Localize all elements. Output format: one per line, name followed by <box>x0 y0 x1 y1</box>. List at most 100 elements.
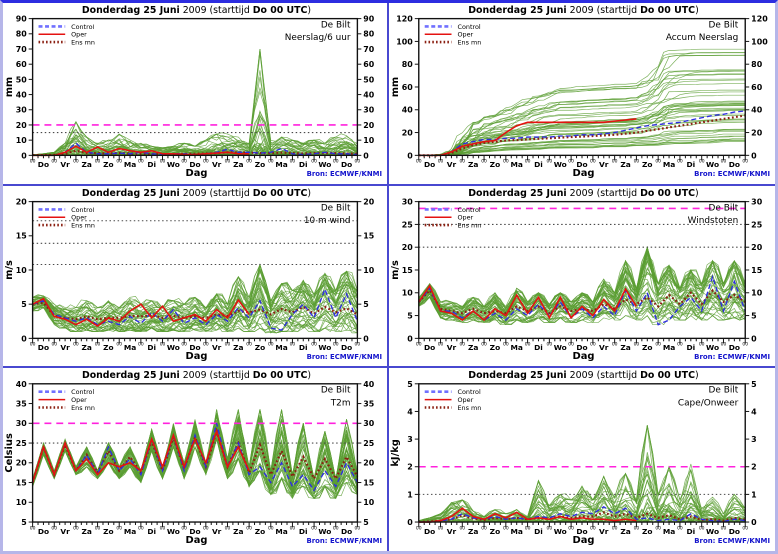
day-tick-label: Do <box>38 527 49 536</box>
y-tick-label-right: 25 <box>363 439 374 448</box>
day-tick-label: Do <box>341 343 352 352</box>
x-axis-label: Dag <box>572 351 594 362</box>
hour-tick-label: 00 <box>612 341 618 347</box>
day-tick-label: Zo <box>255 527 265 536</box>
y-tick-label-left: 5 <box>407 311 413 320</box>
hour-tick-label: 00 <box>290 159 296 165</box>
hour-tick-label: 00 <box>95 526 101 532</box>
hour-tick-label: 00 <box>438 341 444 347</box>
day-tick-label: Do <box>341 527 352 536</box>
day-tick-label: Za <box>468 527 478 536</box>
y-tick-label-right: 10 <box>751 288 763 297</box>
day-tick-label: Zo <box>490 343 501 352</box>
day-tick-label: Ma <box>124 527 136 536</box>
legend-label-ensmean: Ens mn <box>71 404 95 412</box>
y-tick-label-right: 15 <box>751 266 762 275</box>
y-tick-label-right: 1 <box>751 491 757 500</box>
y-tick-label-right: 0 <box>751 334 757 343</box>
y-tick-label-left: 80 <box>16 30 28 39</box>
day-tick-label: Za <box>82 527 92 536</box>
panel-accum-neerslag: Donderdag 25 Juni 2009 (starttijd Do 00 … <box>389 3 775 186</box>
day-tick-label: Vr <box>447 343 457 352</box>
day-tick-label: Wo <box>706 160 719 169</box>
y-tick-label-left: 15 <box>16 479 27 488</box>
y-tick-label-left: 0 <box>407 151 413 160</box>
day-tick-label: Di <box>686 343 695 352</box>
hour-tick-label: 00 <box>677 526 683 532</box>
hour-tick-label: 00 <box>116 526 122 532</box>
y-tick-label-left: 30 <box>16 420 27 429</box>
day-tick-label: Di <box>686 527 695 536</box>
day-tick-label: Zo <box>642 343 653 352</box>
chart-t2m: Donderdag 25 Juni 2009 (starttijd Do 00 … <box>4 370 382 546</box>
day-tick-label: Vr <box>60 343 70 352</box>
y-tick-label-right: 20 <box>363 121 375 130</box>
y-tick-label-right: 40 <box>751 106 763 115</box>
legend-label-control: Control <box>71 388 94 396</box>
y-tick-label-right: 15 <box>363 231 374 240</box>
hour-tick-label: 00 <box>225 341 231 347</box>
variable-label: Neerslag/6 uur <box>285 33 351 43</box>
hour-tick-label: 00 <box>742 159 748 165</box>
y-tick-label-left: 60 <box>402 83 414 92</box>
hour-tick-label: 00 <box>655 526 661 532</box>
panel-cape-onweer: Donderdag 25 Juni 2009 (starttijd Do 00 … <box>389 368 775 551</box>
day-tick-label: Ma <box>124 343 136 352</box>
day-tick-label: Di <box>534 343 543 352</box>
legend-label-ensmean: Ens mn <box>71 39 95 47</box>
hour-tick-label: 00 <box>459 159 465 165</box>
panel-title: Donderdag 25 Juni 2009 (starttijd Do 00 … <box>82 187 311 198</box>
y-tick-label-right: 5 <box>751 380 757 389</box>
y-tick-label-right: 60 <box>751 83 763 92</box>
hour-tick-label: 00 <box>634 341 640 347</box>
hour-tick-label: 00 <box>116 159 122 165</box>
y-tick-label-left: 50 <box>16 75 28 84</box>
y-tick-label-right: 70 <box>363 45 375 54</box>
source-credit: Bron: ECMWF/KNMI <box>694 170 770 178</box>
day-tick-label: Za <box>620 160 630 169</box>
day-tick-label: Za <box>82 160 92 169</box>
y-tick-label-right: 3 <box>751 435 757 444</box>
y-tick-label-left: 70 <box>16 45 28 54</box>
x-axis-label: Dag <box>572 535 594 546</box>
panel-title: Donderdag 25 Juni 2009 (starttijd Do 00 … <box>82 5 311 16</box>
hour-tick-label: 00 <box>355 526 361 532</box>
day-tick-label: Wo <box>706 343 719 352</box>
variable-label: Accum Neerslag <box>666 33 738 43</box>
y-tick-label-right: 30 <box>363 106 375 115</box>
hour-tick-label: 00 <box>590 341 596 347</box>
hour-tick-label: 00 <box>203 159 209 165</box>
day-tick-label: Do <box>729 527 740 536</box>
y-tick-label-left: 20 <box>16 121 28 130</box>
hour-tick-label: 00 <box>73 159 79 165</box>
day-tick-label: Do <box>729 160 740 169</box>
y-tick-label-right: 5 <box>363 300 368 309</box>
panel-title: Donderdag 25 Juni 2009 (starttijd Do 00 … <box>468 370 698 381</box>
day-tick-label: Ma <box>275 160 287 169</box>
location-label: De Bilt <box>321 203 351 213</box>
day-tick-label: Vr <box>212 343 222 352</box>
y-tick-label-right: 30 <box>751 197 763 206</box>
hour-tick-label: 00 <box>138 341 144 347</box>
hour-tick-label: 00 <box>742 341 748 347</box>
y-tick-label-right: 4 <box>751 408 757 417</box>
legend-label-control: Control <box>71 23 94 31</box>
day-tick-label: Ma <box>663 343 675 352</box>
y-tick-label-right: 50 <box>363 75 375 84</box>
hour-tick-label: 00 <box>138 159 144 165</box>
hour-tick-label: 00 <box>246 341 252 347</box>
day-tick-label: Zo <box>255 343 265 352</box>
hour-tick-label: 00 <box>268 159 274 165</box>
y-tick-label-left: 20 <box>402 243 414 252</box>
day-tick-label: Di <box>534 160 543 169</box>
y-tick-label-left: 4 <box>407 408 413 417</box>
y-tick-label-right: 10 <box>363 136 375 145</box>
hour-tick-label: 00 <box>655 341 661 347</box>
y-tick-label-right: 90 <box>363 15 375 24</box>
hour-tick-label: 00 <box>612 526 618 532</box>
y-tick-label-left: 20 <box>402 129 414 138</box>
y-axis-label: m/s <box>4 260 15 280</box>
y-tick-label-right: 80 <box>363 30 375 39</box>
hour-tick-label: 00 <box>30 159 36 165</box>
day-tick-label: Zo <box>490 160 501 169</box>
